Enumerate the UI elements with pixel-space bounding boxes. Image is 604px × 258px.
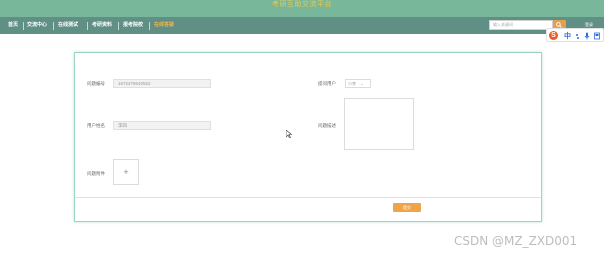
form-divider — [75, 197, 541, 198]
question-id-label: 问题编号 — [87, 81, 105, 86]
attachment-label: 问题附件 — [87, 171, 105, 176]
nav-item-materials[interactable]: 考研资料 — [92, 17, 112, 34]
site-title: 考研互助交流平台 — [272, 1, 332, 8]
attachment-upload-button[interactable]: + — [113, 159, 139, 185]
answer-user-select[interactable]: 小李 ⌄ — [345, 79, 371, 88]
skin-icon[interactable] — [594, 32, 600, 40]
question-form: 问题编号 1672479640552 提问用户 小李 ⌄ 用户姓名 李四 问题描… — [74, 52, 542, 222]
nav-item-online-test[interactable]: 在线测试 — [58, 17, 78, 34]
nav-item-home[interactable]: 首页 — [8, 17, 18, 34]
search-input[interactable]: 输入关键词 — [489, 20, 553, 30]
user-name-label: 用户姓名 — [87, 123, 105, 128]
ime-mode-label[interactable]: 中 — [564, 31, 571, 41]
site-header: 考研互助交流平台 — [0, 0, 604, 17]
watermark: CSDN @MZ_ZXD001 — [454, 234, 578, 248]
nav-item-schools[interactable]: 报考院校 — [123, 17, 143, 34]
nav-item-community[interactable]: 交流中心 — [27, 17, 47, 34]
nav-divider — [149, 22, 150, 30]
main-nav: 首页 交流中心 在线测试 考研资料 报考院校 在线答疑 输入关键词 登录 — [0, 17, 604, 34]
submit-button[interactable]: 提交 — [393, 203, 421, 212]
question-id-field[interactable]: 1672479640552 — [113, 79, 211, 88]
punctuation-icon[interactable] — [575, 32, 581, 40]
nav-item-qa[interactable]: 在线答疑 — [154, 17, 174, 34]
nav-divider — [87, 22, 88, 30]
description-label: 问题描述 — [318, 123, 336, 128]
nav-divider — [118, 22, 119, 30]
answer-user-value: 小李 — [348, 81, 356, 86]
user-name-field[interactable]: 李四 — [113, 121, 211, 130]
ime-toolbar[interactable]: S 中 — [546, 28, 604, 42]
chevron-down-icon: ⌄ — [360, 81, 364, 86]
ime-logo-icon: S — [549, 31, 558, 40]
description-textarea[interactable] — [344, 98, 414, 150]
nav-divider — [23, 22, 24, 30]
nav-divider — [53, 22, 54, 30]
microphone-icon[interactable] — [584, 32, 590, 40]
mouse-cursor-icon — [286, 130, 292, 138]
answer-user-label: 提问用户 — [318, 81, 336, 86]
